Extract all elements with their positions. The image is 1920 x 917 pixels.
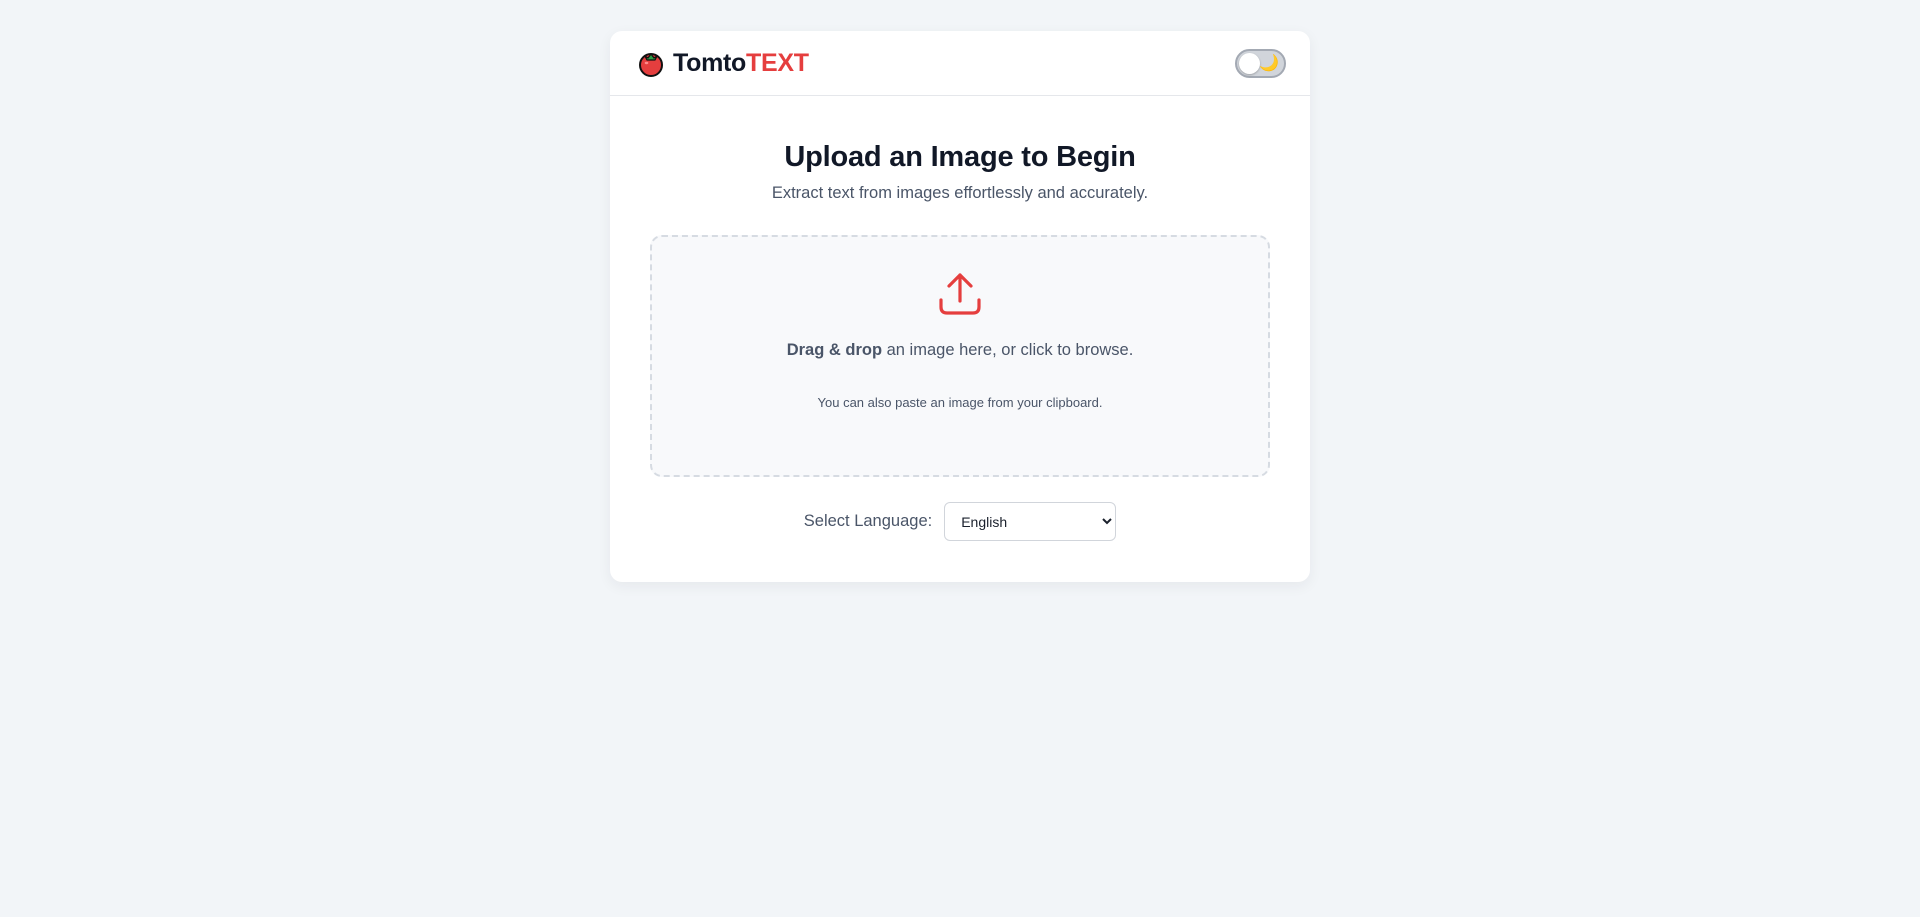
dropzone-instructions: Drag & drop an image here, or click to b… (787, 341, 1134, 360)
paste-hint: You can also paste an image from your cl… (817, 395, 1103, 410)
header: TomtoTEXT 🌙 (610, 31, 1310, 96)
image-dropzone[interactable]: Drag & drop an image here, or click to b… (650, 235, 1270, 477)
language-select[interactable]: English (944, 502, 1117, 541)
brand-name-part2: TEXT (746, 48, 809, 77)
page-subtitle: Extract text from images effortlessly an… (771, 184, 1149, 202)
language-label: Select Language: (803, 512, 933, 530)
theme-toggle[interactable]: 🌙 (1235, 48, 1286, 78)
tomato-icon (639, 53, 663, 77)
main-card: TomtoTEXT 🌙 Upload an Image to Begin Ext… (610, 31, 1310, 582)
brand[interactable]: TomtoTEXT (637, 49, 809, 78)
content: Upload an Image to Begin Extract text fr… (610, 141, 1310, 541)
dropzone-rest-text: an image here, or click to browse. (882, 341, 1134, 359)
moon-icon: 🌙 (1259, 54, 1279, 72)
toggle-knob (1239, 52, 1260, 74)
brand-name: TomtoTEXT (673, 49, 809, 78)
language-row: Select Language: English (650, 502, 1270, 541)
dropzone-strong-text: Drag & drop (786, 341, 883, 359)
brand-name-part1: Tomto (673, 48, 747, 77)
page-title: Upload an Image to Begin (784, 141, 1136, 173)
upload-icon (939, 273, 981, 315)
